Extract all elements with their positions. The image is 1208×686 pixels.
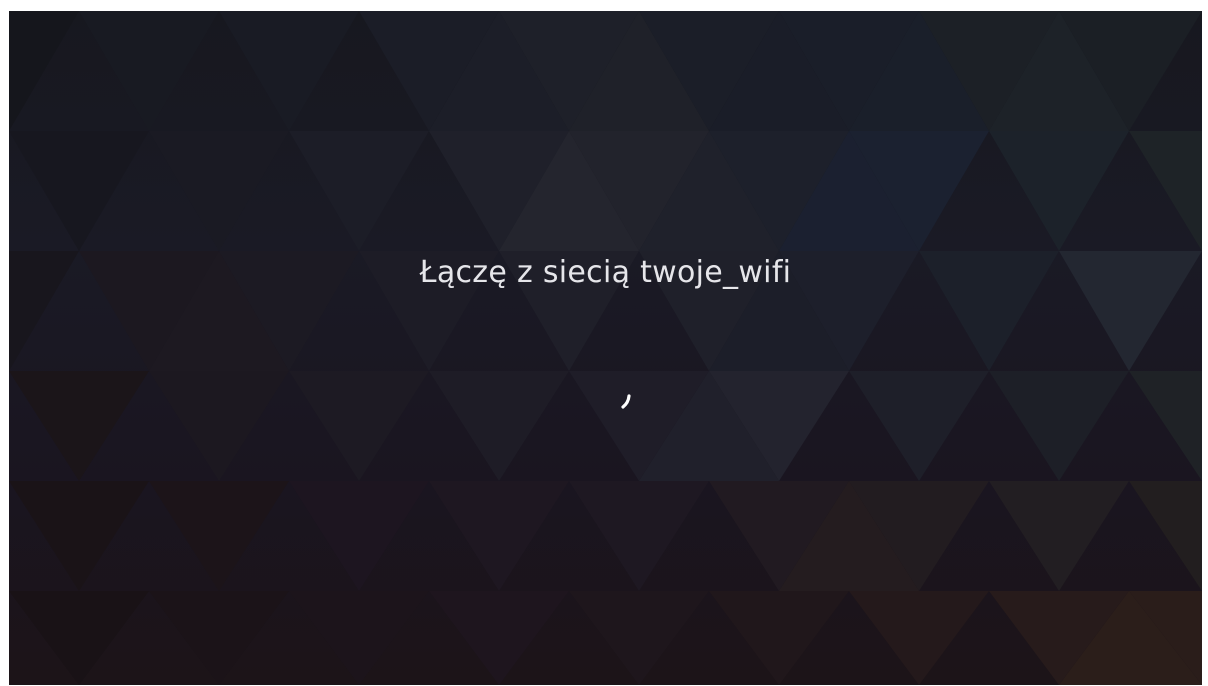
connecting-status-text: Łączę z siecią twoje_wifi	[419, 255, 792, 290]
connecting-screen: Łączę z siecią twoje_wifi	[9, 11, 1202, 685]
loading-spinner-icon	[621, 394, 631, 409]
triangle-background-pattern	[9, 11, 1202, 685]
